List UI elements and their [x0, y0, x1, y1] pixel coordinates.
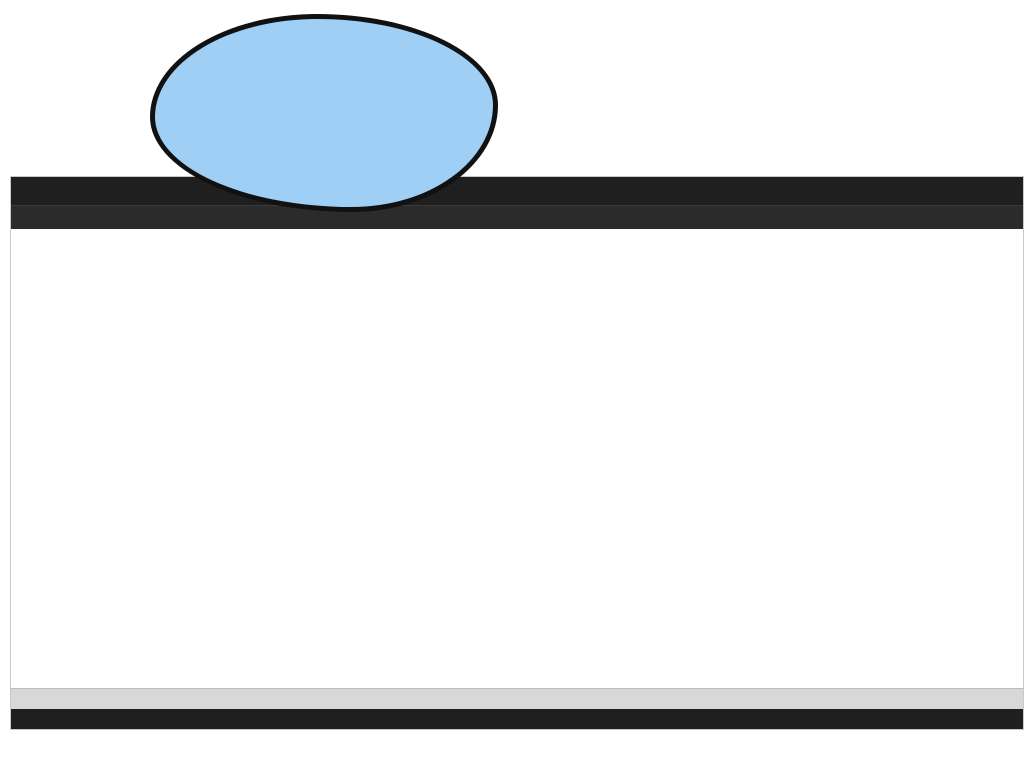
- status-bar: [11, 709, 1023, 729]
- sheet-tab-bar: [11, 688, 1023, 709]
- spreadsheet-window: [10, 176, 1024, 730]
- formula-bar: [11, 205, 1023, 230]
- ribbon: [11, 177, 1023, 205]
- sheet-grid: [11, 229, 1023, 689]
